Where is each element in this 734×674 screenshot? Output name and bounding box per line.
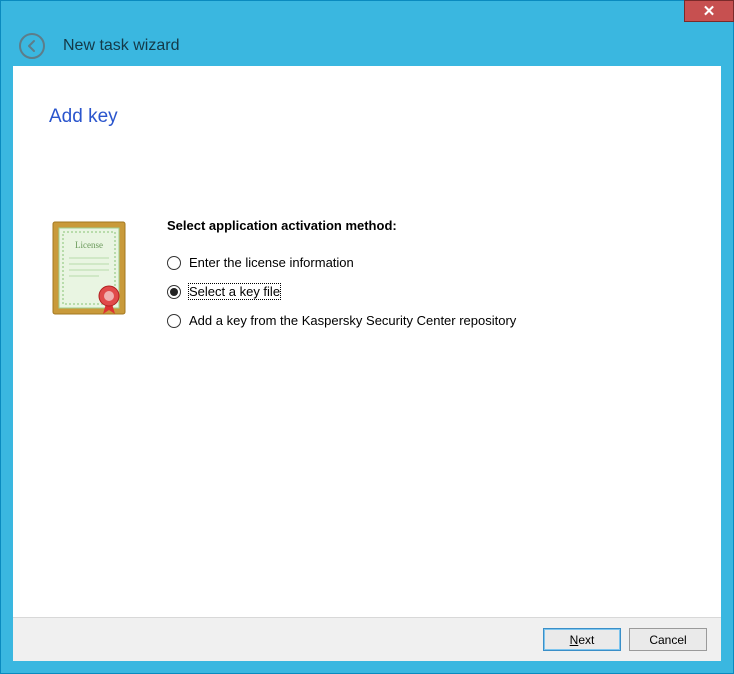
radio-select-key-file[interactable]: Select a key file	[167, 284, 685, 299]
radio-label: Select a key file	[189, 284, 280, 299]
options-group: Select application activation method: En…	[167, 218, 685, 342]
body-row: License Select application activation me…	[49, 218, 685, 342]
radio-enter-license[interactable]: Enter the license information	[167, 255, 685, 270]
radio-add-from-repository[interactable]: Add a key from the Kaspersky Security Ce…	[167, 313, 685, 328]
wizard-title: New task wizard	[63, 37, 179, 55]
radio-icon	[167, 285, 181, 299]
arrow-left-icon	[25, 39, 39, 53]
content-area: Add key License	[13, 66, 721, 617]
radio-label: Add a key from the Kaspersky Security Ce…	[189, 313, 516, 328]
wizard-footer: Next Cancel	[13, 617, 721, 661]
next-button[interactable]: Next	[543, 628, 621, 651]
wizard-body: Add key License	[13, 66, 721, 661]
radio-label: Enter the license information	[189, 255, 354, 270]
svg-text:License: License	[75, 240, 103, 250]
title-bar: ✕	[1, 1, 733, 26]
radio-icon	[167, 256, 181, 270]
radio-icon	[167, 314, 181, 328]
close-button[interactable]: ✕	[684, 0, 734, 22]
license-certificate-icon: License	[49, 218, 129, 321]
prompt-label: Select application activation method:	[167, 218, 685, 233]
wizard-header: New task wizard	[13, 26, 721, 66]
window-chrome: New task wizard Add key License	[1, 26, 733, 673]
page-title: Add key	[49, 106, 685, 128]
cancel-button[interactable]: Cancel	[629, 628, 707, 651]
wizard-window: ✕ New task wizard Add key	[0, 0, 734, 674]
back-button[interactable]	[19, 33, 45, 59]
